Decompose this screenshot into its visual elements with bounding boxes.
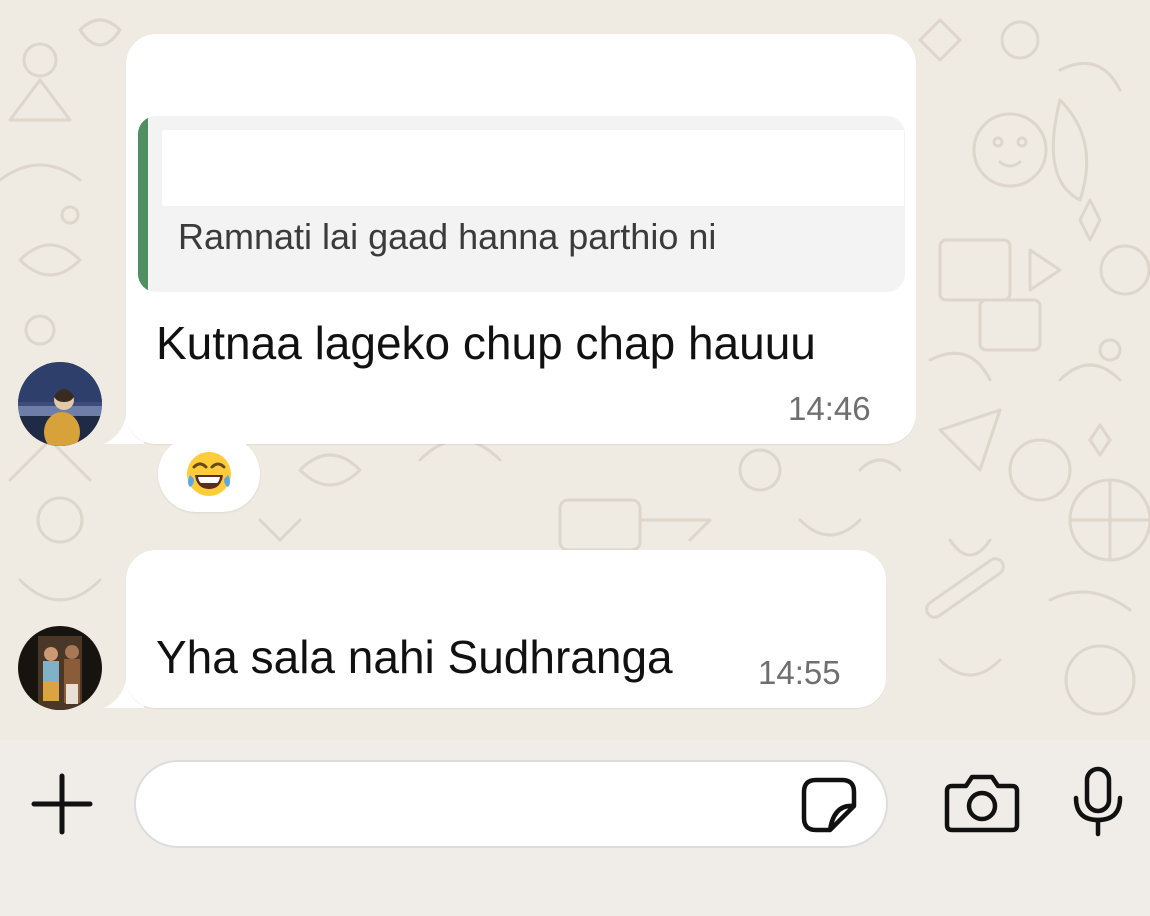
camera-button[interactable] <box>944 772 1020 834</box>
message-text: Kutnaa lageko chup chap hauuu <box>156 317 816 369</box>
quoted-media-preview <box>162 130 904 206</box>
message-input[interactable] <box>164 780 788 830</box>
message-input-container[interactable] <box>134 760 888 848</box>
quoted-reply[interactable]: Ramnati lai gaad hanna parthio ni <box>138 116 905 292</box>
incoming-message-bubble[interactable]: Ramnati lai gaad hanna parthio ni Kutnaa… <box>126 34 916 444</box>
laughing-emoji-icon <box>187 452 231 496</box>
sender-avatar[interactable] <box>18 362 102 446</box>
sticker-icon <box>801 777 857 833</box>
voice-message-button[interactable] <box>1070 766 1126 838</box>
quote-accent-bar <box>138 116 148 292</box>
camera-icon <box>944 774 1020 833</box>
message-text: Yha sala nahi Sudhranga <box>156 631 673 683</box>
sticker-button[interactable] <box>800 776 858 834</box>
incoming-message-bubble[interactable]: Yha sala nahi Sudhranga 14:55 <box>126 550 886 708</box>
message-timestamp: 14:55 <box>758 654 841 691</box>
attach-plus-button[interactable] <box>30 772 94 836</box>
sender-avatar[interactable] <box>18 626 102 710</box>
plus-icon <box>31 773 93 835</box>
message-reaction[interactable] <box>158 436 260 512</box>
mic-icon <box>1073 766 1123 837</box>
message-timestamp: 14:46 <box>788 390 871 427</box>
quoted-message-text: Ramnati lai gaad hanna parthio ni <box>178 216 717 257</box>
